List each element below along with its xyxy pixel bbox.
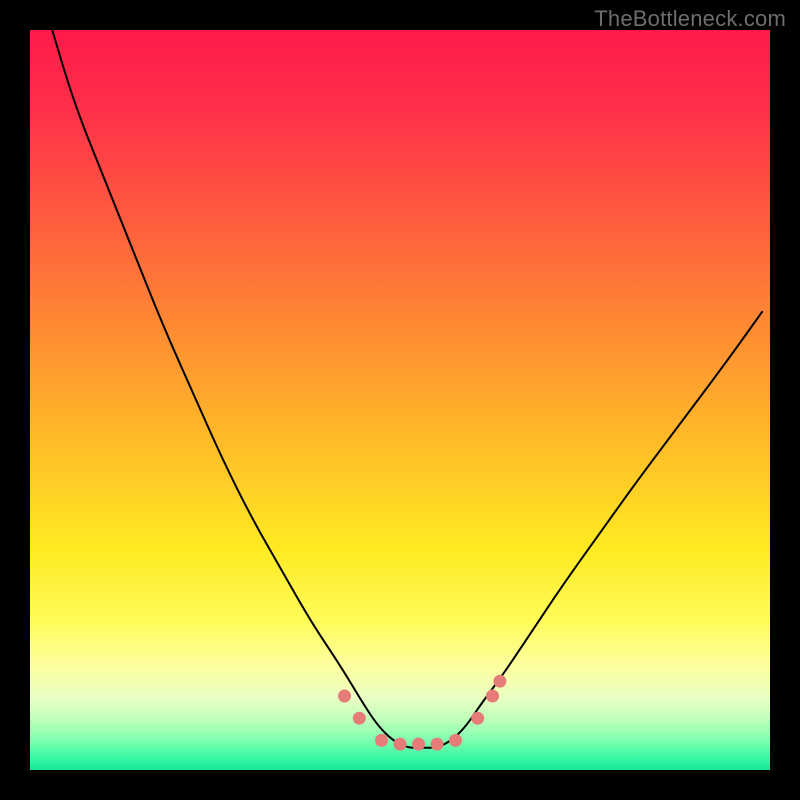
watermark-text: TheBottleneck.com xyxy=(594,6,786,32)
curve-marker xyxy=(412,738,425,751)
bottleneck-curve xyxy=(52,30,762,748)
curve-marker xyxy=(471,712,484,725)
curve-marker xyxy=(394,738,407,751)
curve-marker xyxy=(431,738,444,751)
curve-marker xyxy=(493,675,506,688)
curve-marker xyxy=(449,734,462,747)
curve-marker xyxy=(486,690,499,703)
curve-layer xyxy=(30,30,770,770)
chart-frame: TheBottleneck.com xyxy=(0,0,800,800)
curve-marker xyxy=(353,712,366,725)
plot-area xyxy=(30,30,770,770)
curve-marker xyxy=(375,734,388,747)
marker-group xyxy=(338,675,506,751)
curve-marker xyxy=(338,690,351,703)
